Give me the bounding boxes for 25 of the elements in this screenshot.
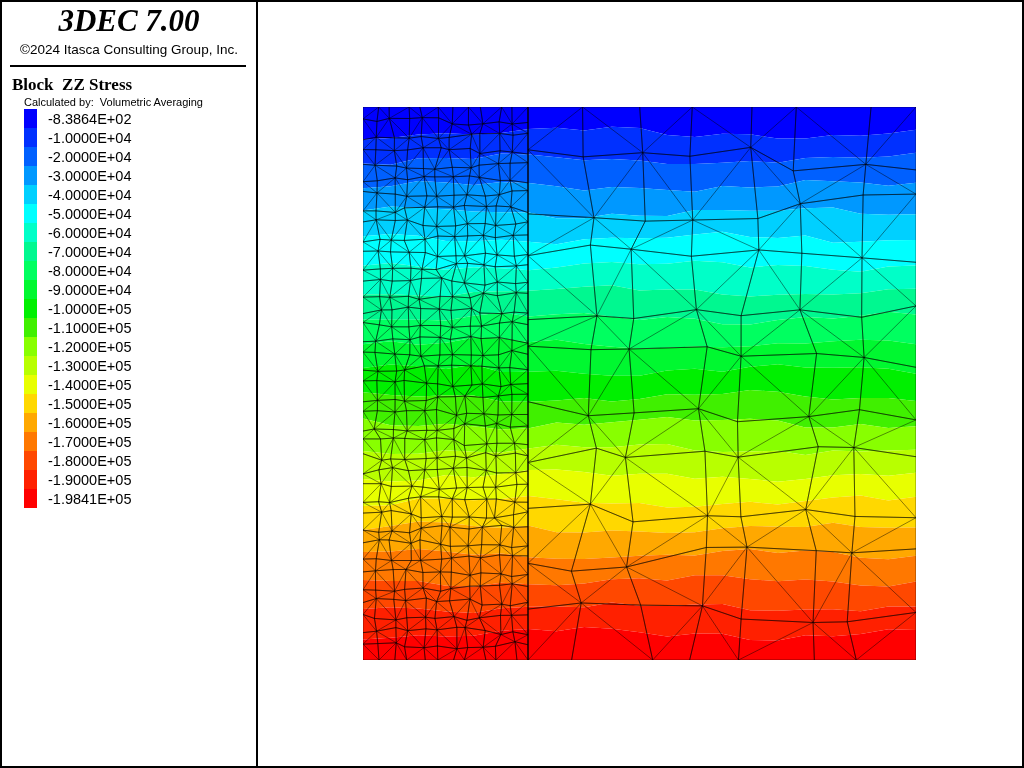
legend-label: -1.7000E+05 bbox=[48, 433, 132, 450]
legend-label: -8.0000E+04 bbox=[48, 262, 132, 279]
legend-label: -4.0000E+04 bbox=[48, 186, 132, 203]
legend-label: -1.5000E+05 bbox=[48, 395, 132, 412]
legend-label: -1.3000E+05 bbox=[48, 357, 132, 374]
legend-label: -5.0000E+04 bbox=[48, 205, 132, 222]
legend-label: -1.9000E+05 bbox=[48, 471, 132, 488]
legend-label: -1.6000E+05 bbox=[48, 414, 132, 431]
legend-label: -9.0000E+04 bbox=[48, 281, 132, 298]
legend-subtitle: Calculated by: Volumetric Averaging bbox=[24, 95, 204, 109]
legend-label: -1.8000E+05 bbox=[48, 452, 132, 469]
app-title: 3DEC 7.00 bbox=[57, 4, 201, 38]
legend-label: -1.1000E+05 bbox=[48, 319, 132, 336]
legend-label: -1.0000E+04 bbox=[48, 129, 132, 146]
legend-label: -1.9841E+05 bbox=[48, 490, 132, 507]
legend-label: -1.0000E+05 bbox=[48, 300, 132, 317]
legend-label: -2.0000E+04 bbox=[48, 148, 132, 165]
legend-label: -3.0000E+04 bbox=[48, 167, 132, 184]
copyright-text: ©2024 Itasca Consulting Group, Inc. bbox=[19, 42, 239, 57]
legend-label: -1.4000E+05 bbox=[48, 376, 132, 393]
legend-label: -1.2000E+05 bbox=[48, 338, 132, 355]
legend-title: Block ZZ Stress bbox=[12, 75, 134, 95]
legend-label: -8.3864E+02 bbox=[48, 110, 132, 127]
legend-label: -7.0000E+04 bbox=[48, 243, 132, 260]
legend-label: -6.0000E+04 bbox=[48, 224, 132, 241]
